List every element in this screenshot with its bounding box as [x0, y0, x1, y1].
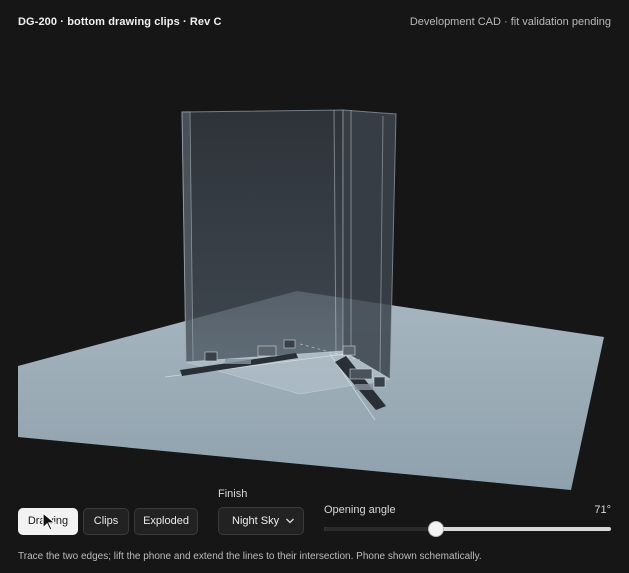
cad-viewport[interactable]	[0, 44, 629, 490]
opening-angle-slider[interactable]	[324, 522, 611, 536]
exploded-button[interactable]: Exploded	[134, 508, 198, 535]
cad-scene[interactable]	[0, 44, 629, 490]
finish-selected-value: Night Sky	[232, 515, 280, 527]
clip-block	[342, 345, 356, 356]
finish-label: Finish	[218, 488, 248, 500]
clip-block	[257, 345, 277, 357]
mouse-cursor-icon	[42, 512, 57, 531]
opening-angle-label: Opening angle	[324, 504, 396, 516]
slider-thumb[interactable]	[428, 522, 443, 536]
clip-block	[349, 368, 373, 380]
slider-fill	[324, 527, 436, 531]
footer-note: Trace the two edges; lift the phone and …	[18, 551, 482, 562]
clips-button[interactable]: Clips	[83, 508, 129, 535]
clip-block	[283, 339, 296, 349]
header-bar: DG-200 · bottom drawing clips · Rev C De…	[0, 0, 629, 44]
clip-block	[225, 359, 251, 364]
phone-panel-left	[181, 109, 344, 363]
page-title: DG-200 · bottom drawing clips · Rev C	[18, 16, 222, 28]
chevron-down-icon	[286, 518, 294, 524]
control-bar: Drawing Clips Exploded Finish Night Sky …	[0, 488, 629, 548]
status-text: Development CAD · fit validation pending	[409, 16, 611, 28]
clip-block	[373, 376, 386, 388]
opening-angle-value: 71°	[594, 504, 611, 516]
clip-block	[204, 351, 218, 362]
finish-select[interactable]: Night Sky	[218, 507, 304, 535]
clip-block	[355, 384, 373, 390]
